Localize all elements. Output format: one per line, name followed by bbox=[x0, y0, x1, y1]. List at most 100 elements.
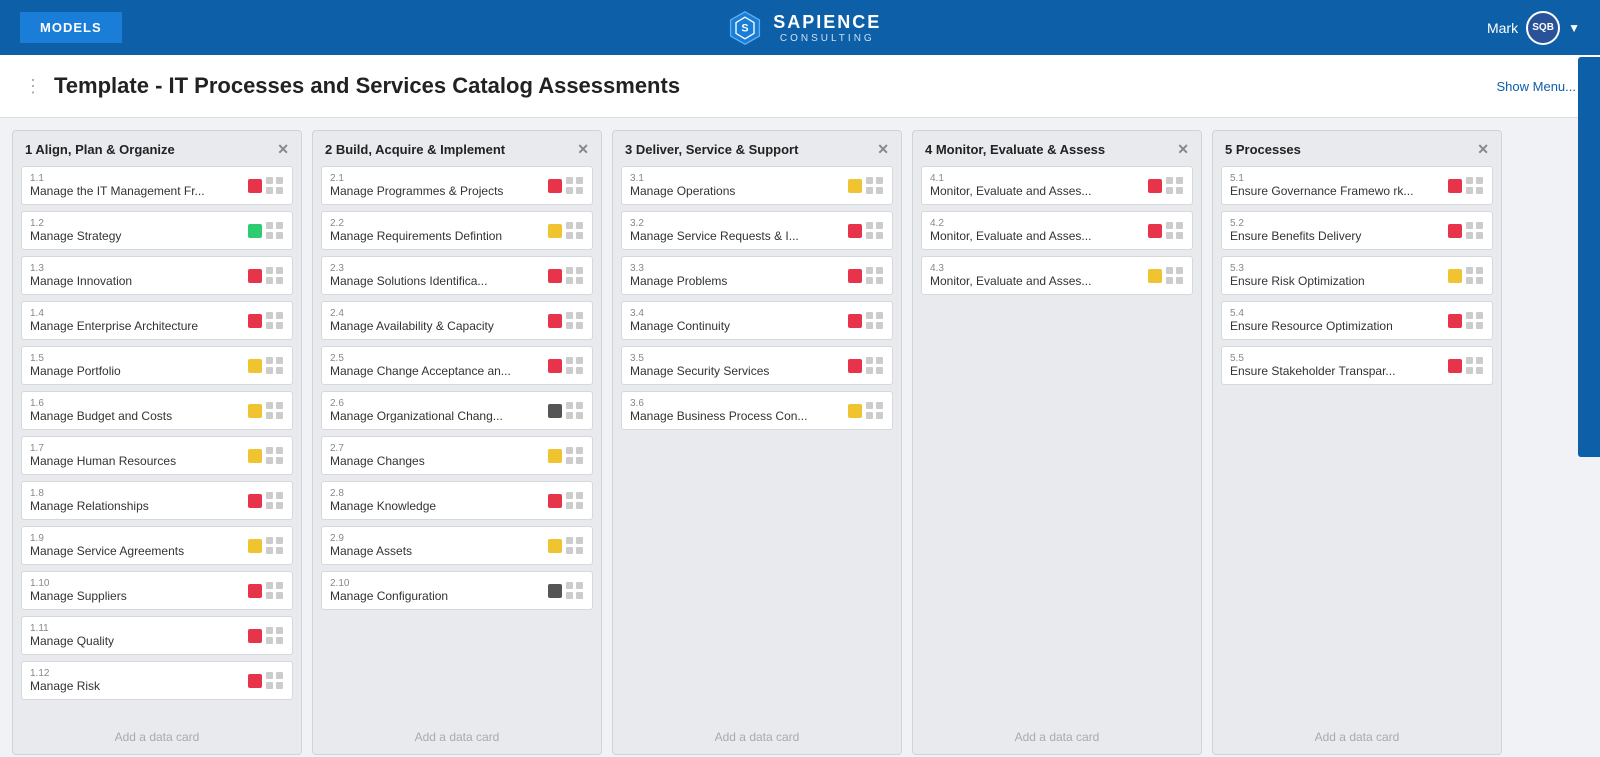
card-1-7[interactable]: 1.7Manage Human Resources bbox=[21, 436, 293, 475]
column-close-col3[interactable]: ✕ bbox=[877, 141, 889, 158]
card-2-10[interactable]: 2.10Manage Configuration bbox=[321, 571, 593, 610]
card-1-8[interactable]: 1.8Manage Relationships bbox=[21, 481, 293, 520]
drag-handle-icon[interactable]: ⋮ bbox=[24, 76, 42, 97]
card-2-3[interactable]: 2.3Manage Solutions Identifica... bbox=[321, 256, 593, 295]
grid-icon[interactable] bbox=[566, 267, 584, 285]
card-1-6[interactable]: 1.6Manage Budget and Costs bbox=[21, 391, 293, 430]
add-data-card-col2[interactable]: Add a data card bbox=[313, 720, 601, 754]
grid-icon[interactable] bbox=[266, 582, 284, 600]
grid-icon[interactable] bbox=[566, 357, 584, 375]
card-1-1[interactable]: 1.1Manage the IT Management Fr... bbox=[21, 166, 293, 205]
card-title: Manage Solutions Identifica... bbox=[330, 274, 487, 288]
grid-icon[interactable] bbox=[566, 492, 584, 510]
grid-icon[interactable] bbox=[1466, 177, 1484, 195]
card-3-2[interactable]: 3.2Manage Service Requests & I... bbox=[621, 211, 893, 250]
grid-icon[interactable] bbox=[566, 447, 584, 465]
grid-icon[interactable] bbox=[266, 222, 284, 240]
card-4-1[interactable]: 4.1Monitor, Evaluate and Asses... bbox=[921, 166, 1193, 205]
card-number: 1.11 bbox=[30, 623, 114, 634]
status-color-square bbox=[848, 179, 862, 193]
card-right bbox=[548, 222, 584, 240]
card-5-4[interactable]: 5.4Ensure Resource Optimization bbox=[1221, 301, 1493, 340]
grid-icon[interactable] bbox=[866, 177, 884, 195]
grid-icon[interactable] bbox=[266, 402, 284, 420]
card-2-9[interactable]: 2.9Manage Assets bbox=[321, 526, 593, 565]
card-1-3[interactable]: 1.3Manage Innovation bbox=[21, 256, 293, 295]
card-title: Manage Risk bbox=[30, 679, 100, 693]
card-1-2[interactable]: 1.2Manage Strategy bbox=[21, 211, 293, 250]
card-3-6[interactable]: 3.6Manage Business Process Con... bbox=[621, 391, 893, 430]
column-close-col1[interactable]: ✕ bbox=[277, 141, 289, 158]
grid-icon[interactable] bbox=[866, 267, 884, 285]
grid-icon[interactable] bbox=[1166, 177, 1184, 195]
column-close-col5[interactable]: ✕ bbox=[1477, 141, 1489, 158]
grid-icon[interactable] bbox=[266, 357, 284, 375]
grid-icon[interactable] bbox=[266, 672, 284, 690]
show-menu-link[interactable]: Show Menu... bbox=[1497, 79, 1577, 94]
card-left: 1.12Manage Risk bbox=[30, 668, 100, 693]
grid-icon[interactable] bbox=[566, 582, 584, 600]
column-col3: 3 Deliver, Service & Support ✕ 3.1Manage O… bbox=[612, 130, 902, 755]
column-close-col4[interactable]: ✕ bbox=[1177, 141, 1189, 158]
grid-icon[interactable] bbox=[1166, 267, 1184, 285]
card-5-1[interactable]: 5.1Ensure Governance Framewo rk... bbox=[1221, 166, 1493, 205]
grid-icon[interactable] bbox=[866, 357, 884, 375]
grid-icon[interactable] bbox=[566, 402, 584, 420]
card-number: 1.1 bbox=[30, 173, 205, 184]
card-4-2[interactable]: 4.2Monitor, Evaluate and Asses... bbox=[921, 211, 1193, 250]
grid-icon[interactable] bbox=[566, 312, 584, 330]
card-2-8[interactable]: 2.8Manage Knowledge bbox=[321, 481, 593, 520]
card-4-3[interactable]: 4.3Monitor, Evaluate and Asses... bbox=[921, 256, 1193, 295]
grid-icon[interactable] bbox=[1466, 357, 1484, 375]
add-data-card-col3[interactable]: Add a data card bbox=[613, 720, 901, 754]
add-data-card-col4[interactable]: Add a data card bbox=[913, 720, 1201, 754]
card-title: Ensure Resource Optimization bbox=[1230, 319, 1393, 333]
grid-icon[interactable] bbox=[266, 312, 284, 330]
card-2-6[interactable]: 2.6Manage Organizational Chang... bbox=[321, 391, 593, 430]
grid-icon[interactable] bbox=[866, 402, 884, 420]
column-title-col3: 3 Deliver, Service & Support bbox=[625, 142, 798, 157]
card-2-4[interactable]: 2.4Manage Availability & Capacity bbox=[321, 301, 593, 340]
card-1-11[interactable]: 1.11Manage Quality bbox=[21, 616, 293, 655]
grid-icon[interactable] bbox=[566, 537, 584, 555]
grid-icon[interactable] bbox=[1466, 222, 1484, 240]
grid-icon[interactable] bbox=[1466, 312, 1484, 330]
add-data-card-col1[interactable]: Add a data card bbox=[13, 720, 301, 754]
grid-icon[interactable] bbox=[266, 177, 284, 195]
grid-icon[interactable] bbox=[266, 492, 284, 510]
card-5-3[interactable]: 5.3Ensure Risk Optimization bbox=[1221, 256, 1493, 295]
grid-icon[interactable] bbox=[266, 267, 284, 285]
card-5-2[interactable]: 5.2Ensure Benefits Delivery bbox=[1221, 211, 1493, 250]
card-2-1[interactable]: 2.1Manage Programmes & Projects bbox=[321, 166, 593, 205]
card-3-3[interactable]: 3.3Manage Problems bbox=[621, 256, 893, 295]
user-menu[interactable]: Mark SQB ▼ bbox=[1487, 11, 1580, 45]
card-1-12[interactable]: 1.12Manage Risk bbox=[21, 661, 293, 700]
card-1-4[interactable]: 1.4Manage Enterprise Architecture bbox=[21, 301, 293, 340]
card-1-10[interactable]: 1.10Manage Suppliers bbox=[21, 571, 293, 610]
grid-icon[interactable] bbox=[566, 177, 584, 195]
models-button[interactable]: MODELS bbox=[20, 12, 122, 43]
card-2-5[interactable]: 2.5Manage Change Acceptance an... bbox=[321, 346, 593, 385]
status-color-square bbox=[248, 224, 262, 238]
card-3-4[interactable]: 3.4Manage Continuity bbox=[621, 301, 893, 340]
grid-icon[interactable] bbox=[266, 447, 284, 465]
card-number: 3.4 bbox=[630, 308, 730, 319]
card-5-5[interactable]: 5.5Ensure Stakeholder Transpar... bbox=[1221, 346, 1493, 385]
card-1-5[interactable]: 1.5Manage Portfolio bbox=[21, 346, 293, 385]
right-panel-tab[interactable] bbox=[1578, 57, 1600, 457]
grid-icon[interactable] bbox=[566, 222, 584, 240]
grid-icon[interactable] bbox=[266, 627, 284, 645]
grid-icon[interactable] bbox=[866, 312, 884, 330]
card-2-2[interactable]: 2.2Manage Requirements Defintion bbox=[321, 211, 593, 250]
card-2-7[interactable]: 2.7Manage Changes bbox=[321, 436, 593, 475]
card-title: Manage Change Acceptance an... bbox=[330, 364, 511, 378]
add-data-card-col5[interactable]: Add a data card bbox=[1213, 720, 1501, 754]
grid-icon[interactable] bbox=[1466, 267, 1484, 285]
grid-icon[interactable] bbox=[866, 222, 884, 240]
card-3-5[interactable]: 3.5Manage Security Services bbox=[621, 346, 893, 385]
card-3-1[interactable]: 3.1Manage Operations bbox=[621, 166, 893, 205]
card-1-9[interactable]: 1.9Manage Service Agreements bbox=[21, 526, 293, 565]
grid-icon[interactable] bbox=[1166, 222, 1184, 240]
grid-icon[interactable] bbox=[266, 537, 284, 555]
column-close-col2[interactable]: ✕ bbox=[577, 141, 589, 158]
